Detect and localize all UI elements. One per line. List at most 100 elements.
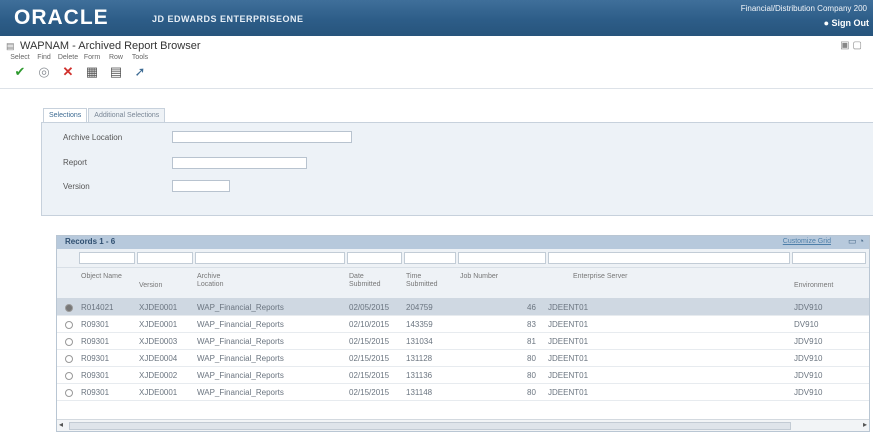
top-banner: ORACLE JD EDWARDS ENTERPRISEONE Financia… — [0, 0, 873, 36]
table-row[interactable]: R014021 XJDE0001 WAP_Financial_Reports 02/0… — [57, 299, 869, 316]
sign-out-label: Sign Out — [831, 18, 870, 28]
cell-archive-location: WAP_Financial_Reports — [197, 388, 284, 397]
grid-header: Records 1 - 6 Customize Grid ▭◔ — [57, 236, 869, 249]
cell-date-submitted: 02/15/2015 — [349, 354, 390, 363]
select-label: Select — [10, 54, 30, 61]
product-name: JD EDWARDS ENTERPRISEONE — [152, 14, 304, 24]
qbe-archive-location[interactable] — [195, 252, 345, 264]
cell-time-submitted: 131128 — [406, 354, 433, 363]
cell-time-submitted: 131136 — [406, 371, 433, 380]
table-row[interactable]: R09301 XJDE0001 WAP_Financial_Reports 02/15… — [57, 384, 869, 401]
qbe-job-number[interactable] — [458, 252, 546, 264]
col-job-number[interactable]: Job Number — [460, 273, 500, 281]
qbe-environment[interactable] — [792, 252, 866, 264]
qbe-time-submitted[interactable] — [404, 252, 456, 264]
version-field[interactable] — [172, 180, 230, 192]
qbe-object-name[interactable] — [79, 252, 135, 264]
row-select-radio[interactable] — [65, 355, 73, 363]
form-button[interactable]: Form ▦ — [80, 54, 104, 80]
row-select-radio[interactable] — [65, 338, 73, 346]
page-title: WAPNAM - Archived Report Browser — [20, 40, 201, 52]
cell-environment: DV910 — [794, 320, 819, 329]
cell-date-submitted: 02/15/2015 — [349, 337, 390, 346]
customize-grid-link[interactable]: Customize Grid — [783, 238, 831, 245]
records-grid: Records 1 - 6 Customize Grid ▭◔ Object N… — [56, 235, 870, 432]
refresh-icon[interactable]: ◔ — [859, 236, 866, 246]
query-by-example-row — [57, 249, 869, 268]
qbe-version[interactable] — [137, 252, 193, 264]
col-archive-location[interactable]: Archive Location — [197, 273, 247, 289]
scroll-left-icon[interactable]: ◂ — [59, 420, 63, 429]
records-count: Records 1 - 6 — [65, 237, 116, 246]
cell-enterprise-server: JDEENT01 — [548, 303, 589, 312]
qbe-date-submitted[interactable] — [347, 252, 402, 264]
delete-x-icon: ✕ — [62, 64, 74, 79]
table-row[interactable]: R09301 XJDE0004 WAP_Financial_Reports 02/15… — [57, 350, 869, 367]
export-icon[interactable]: ▭ — [848, 236, 859, 246]
cell-job-number: 80 — [527, 388, 536, 397]
tools-button[interactable]: Tools ➚ — [128, 54, 152, 80]
table-row[interactable]: R09301 XJDE0003 WAP_Financial_Reports 02/15… — [57, 333, 869, 350]
row-select-radio[interactable] — [65, 321, 73, 329]
cell-job-number: 80 — [527, 371, 536, 380]
scroll-right-icon[interactable]: ▸ — [863, 420, 867, 429]
cell-object-name[interactable]: R09301 — [81, 337, 109, 346]
cell-version: XJDE0004 — [139, 354, 178, 363]
version-label: Version — [63, 182, 90, 191]
cell-time-submitted: 131148 — [406, 388, 433, 397]
archive-location-field[interactable] — [172, 131, 352, 143]
form-label: Form — [83, 54, 101, 61]
cell-date-submitted: 02/15/2015 — [349, 371, 390, 380]
table-row[interactable]: R09301 XJDE0002 WAP_Financial_Reports 02/15… — [57, 367, 869, 384]
cell-environment: JDV910 — [794, 337, 823, 346]
cell-object-name[interactable]: R09301 — [81, 371, 109, 380]
col-object-name[interactable]: Object Name — [81, 273, 133, 281]
cell-job-number: 81 — [527, 337, 536, 346]
cell-date-submitted: 02/05/2015 — [349, 303, 390, 312]
title-bar: ▤ WAPNAM - Archived Report Browser ▣▢ — [0, 38, 873, 54]
row-select-radio[interactable] — [65, 389, 73, 397]
delete-label: Delete — [57, 54, 79, 61]
cell-object-name[interactable]: R014021 — [81, 303, 113, 312]
cell-date-submitted: 02/15/2015 — [349, 388, 390, 397]
row-select-radio[interactable] — [65, 304, 73, 312]
find-button[interactable]: Find ◎ — [32, 54, 56, 80]
cell-environment: JDV910 — [794, 388, 823, 397]
select-button[interactable]: Select ✔ — [8, 54, 32, 80]
cell-job-number: 46 — [527, 303, 536, 312]
cell-object-name[interactable]: R09301 — [81, 354, 109, 363]
cell-object-name[interactable]: R09301 — [81, 388, 109, 397]
sign-out-link[interactable]: ● Sign Out — [824, 18, 869, 28]
cell-version: XJDE0001 — [139, 320, 178, 329]
grid-rows: R014021 XJDE0001 WAP_Financial_Reports 02/0… — [57, 299, 869, 401]
selections-panel: Archive Location Report Version — [41, 122, 873, 216]
row-select-radio[interactable] — [65, 372, 73, 380]
qbe-enterprise-server[interactable] — [548, 252, 790, 264]
horizontal-scrollbar[interactable]: ◂ ▸ — [57, 419, 869, 431]
cell-enterprise-server: JDEENT01 — [548, 337, 589, 346]
col-time-submitted[interactable]: Time Submitted — [406, 273, 448, 289]
cell-environment: JDV910 — [794, 303, 823, 312]
oracle-logo: ORACLE — [14, 6, 109, 29]
table-row[interactable]: R09301 XJDE0001 WAP_Financial_Reports 02/10… — [57, 316, 869, 333]
scrollbar-thumb[interactable] — [69, 422, 791, 430]
cell-archive-location: WAP_Financial_Reports — [197, 354, 284, 363]
maximize-icon[interactable]: ▢ — [853, 40, 865, 51]
cell-job-number: 83 — [527, 320, 536, 329]
menu-icon[interactable]: ▤ — [6, 41, 15, 52]
tab-selections[interactable]: Selections — [43, 108, 88, 122]
col-enterprise-server[interactable]: Enterprise Server — [573, 273, 633, 281]
restore-icon[interactable]: ▣ — [840, 40, 852, 51]
window-controls: ▣▢ — [840, 40, 865, 51]
column-headers: Object Name Version Archive Location Dat… — [57, 268, 869, 299]
report-field[interactable] — [172, 157, 307, 169]
company-name: Financial/Distribution Company 200 — [740, 4, 867, 13]
tab-additional-selections[interactable]: Additional Selections — [88, 108, 166, 122]
row-button[interactable]: Row ▤ — [104, 54, 128, 80]
cell-object-name[interactable]: R09301 — [81, 320, 109, 329]
delete-button[interactable]: Delete ✕ — [56, 54, 80, 80]
col-date-submitted[interactable]: Date Submitted — [349, 273, 394, 289]
col-version[interactable]: Version — [139, 282, 162, 290]
cell-archive-location: WAP_Financial_Reports — [197, 320, 284, 329]
col-environment[interactable]: Environment — [794, 282, 833, 290]
